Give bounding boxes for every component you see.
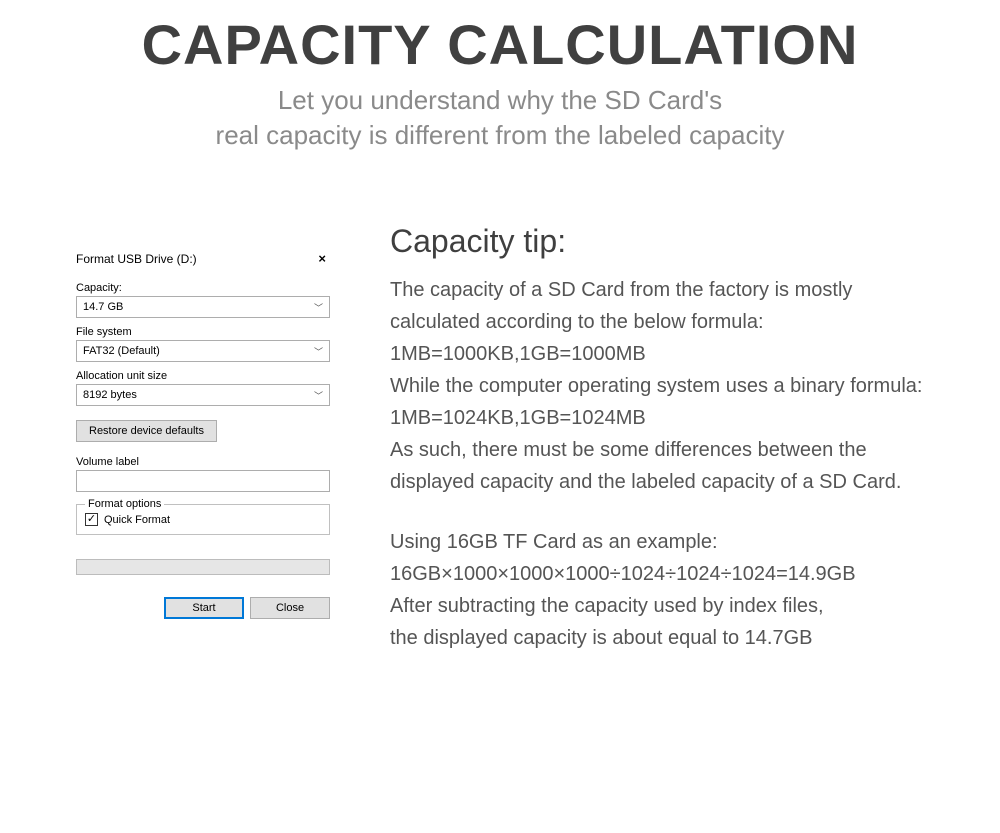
tip-line: displayed capacity and the labeled capac… bbox=[390, 471, 901, 493]
progress-bar bbox=[76, 559, 330, 575]
chevron-down-icon: ﹀ bbox=[314, 301, 323, 314]
volume-input[interactable] bbox=[76, 470, 330, 492]
filesystem-value: FAT32 (Default) bbox=[83, 345, 160, 357]
format-options-legend: Format options bbox=[85, 498, 164, 510]
subtitle-line-1: Let you understand why the SD Card's bbox=[278, 85, 722, 115]
explanation-panel: Capacity tip: The capacity of a SD Card … bbox=[390, 223, 960, 654]
chevron-down-icon: ﹀ bbox=[314, 345, 323, 358]
tip-line: 16GB×1000×1000×1000÷1024÷1024÷1024=14.9G… bbox=[390, 563, 856, 585]
alloc-select[interactable]: 8192 bytes ﹀ bbox=[76, 384, 330, 406]
dialog-buttons: Start Close bbox=[76, 597, 330, 627]
capacity-value: 14.7 GB bbox=[83, 301, 123, 313]
content-row: Format USB Drive (D:) × Capacity: 14.7 G… bbox=[0, 223, 1000, 654]
start-button[interactable]: Start bbox=[164, 597, 244, 619]
format-options-fieldset: Format options ✓ Quick Format bbox=[76, 504, 330, 535]
filesystem-select[interactable]: FAT32 (Default) ﹀ bbox=[76, 340, 330, 362]
volume-label: Volume label bbox=[76, 456, 330, 468]
close-icon[interactable]: × bbox=[314, 251, 330, 266]
tip-line: As such, there must be some differences … bbox=[390, 439, 867, 461]
alloc-label: Allocation unit size bbox=[76, 370, 330, 382]
capacity-label: Capacity: bbox=[76, 282, 330, 294]
filesystem-label: File system bbox=[76, 326, 330, 338]
tip-line: After subtracting the capacity used by i… bbox=[390, 595, 824, 617]
chevron-down-icon: ﹀ bbox=[314, 389, 323, 402]
tip-line: calculated according to the below formul… bbox=[390, 311, 764, 333]
quick-format-checkbox[interactable]: ✓ bbox=[85, 513, 98, 526]
quick-format-row[interactable]: ✓ Quick Format bbox=[85, 513, 321, 526]
tip-line: The capacity of a SD Card from the facto… bbox=[390, 279, 852, 301]
dialog-title: Format USB Drive (D:) bbox=[76, 252, 197, 266]
dialog-body: Capacity: 14.7 GB ﹀ File system FAT32 (D… bbox=[72, 282, 334, 627]
format-dialog: Format USB Drive (D:) × Capacity: 14.7 G… bbox=[72, 251, 334, 654]
tip-line: the displayed capacity is about equal to… bbox=[390, 627, 813, 649]
close-button[interactable]: Close bbox=[250, 597, 330, 619]
tip-line: 1MB=1024KB,1GB=1024MB bbox=[390, 407, 646, 429]
tip-paragraph-1: The capacity of a SD Card from the facto… bbox=[390, 274, 960, 498]
restore-defaults-button[interactable]: Restore device defaults bbox=[76, 420, 217, 442]
alloc-value: 8192 bytes bbox=[83, 389, 137, 401]
page-header: CAPACITY CALCULATION Let you understand … bbox=[0, 0, 1000, 153]
tip-line: While the computer operating system uses… bbox=[390, 375, 922, 397]
quick-format-label: Quick Format bbox=[104, 514, 170, 526]
subtitle-line-2: real capacity is different from the labe… bbox=[216, 120, 785, 150]
page-title: CAPACITY CALCULATION bbox=[0, 12, 1000, 77]
tip-heading: Capacity tip: bbox=[390, 223, 960, 260]
tip-line: Using 16GB TF Card as an example: bbox=[390, 531, 718, 553]
capacity-select[interactable]: 14.7 GB ﹀ bbox=[76, 296, 330, 318]
dialog-titlebar: Format USB Drive (D:) × bbox=[72, 251, 334, 274]
tip-line: 1MB=1000KB,1GB=1000MB bbox=[390, 343, 646, 365]
tip-paragraph-2: Using 16GB TF Card as an example: 16GB×1… bbox=[390, 526, 960, 654]
page-subtitle: Let you understand why the SD Card's rea… bbox=[0, 83, 1000, 153]
